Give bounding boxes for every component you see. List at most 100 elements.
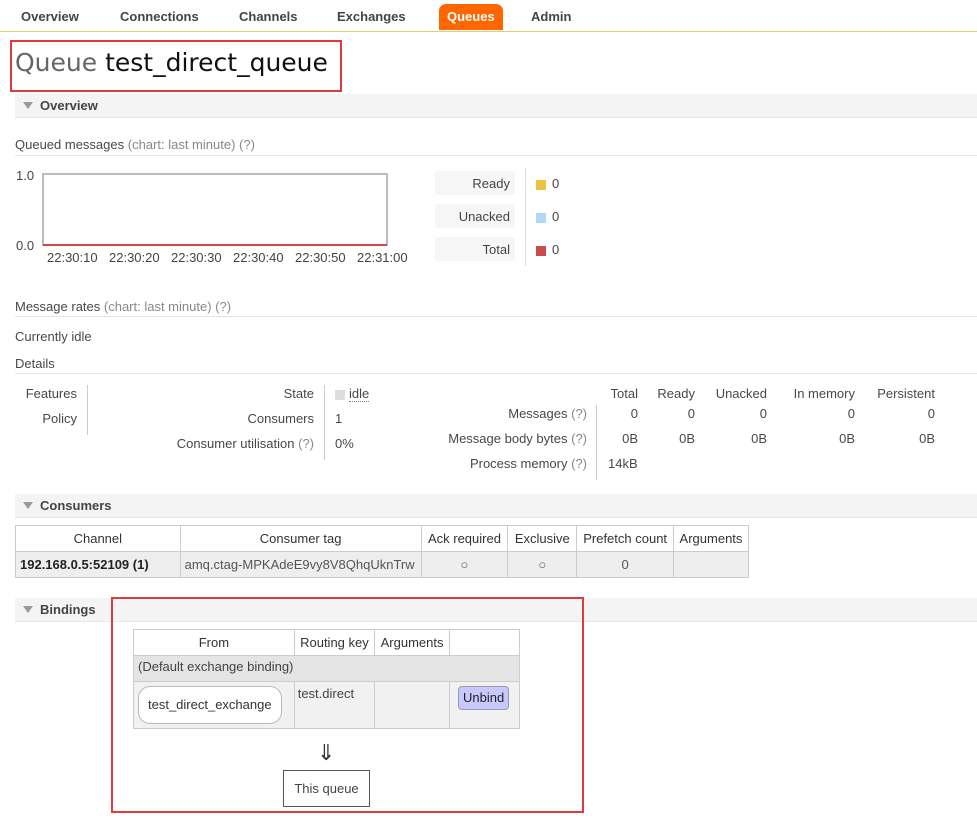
- features-label: Features: [25, 386, 77, 401]
- policy-label: Policy: [42, 411, 77, 426]
- bytes-total: 0B: [622, 431, 638, 446]
- stats-row-body-bytes-label: Message body bytes (?): [400, 431, 587, 446]
- collapse-arrow-icon: [23, 606, 33, 613]
- chart-plot-area: [42, 173, 388, 246]
- nav-admin[interactable]: Admin: [523, 4, 579, 30]
- messages-persistent: 0: [927, 406, 935, 421]
- messages-unacked: 0: [759, 406, 767, 421]
- rates-chart-range-link[interactable]: (chart: last minute): [104, 299, 212, 314]
- total-swatch-icon: [536, 245, 546, 256]
- message-rates-label: Message rates: [15, 299, 101, 314]
- x-tick-label: 22:30:40: [233, 250, 284, 265]
- channel-link[interactable]: 192.168.0.5:52109 (1): [15, 551, 181, 578]
- x-tick-label: 22:30:50: [295, 250, 346, 265]
- consumer-tag-cell: amq.ctag-MPKAdeE9vy8V8QhqUknTrw: [179, 551, 422, 578]
- x-tick-label: 22:31:00: [357, 250, 408, 265]
- legend-ready-value: 0: [552, 176, 560, 191]
- stats-header-ready: Ready: [657, 386, 695, 401]
- x-tick-label: 22:30:20: [109, 250, 160, 265]
- overview-section-header[interactable]: Overview: [15, 94, 977, 118]
- collapse-arrow-icon: [23, 102, 33, 109]
- x-tick-label: 22:30:30: [171, 250, 222, 265]
- column-separator: [324, 385, 325, 460]
- col-ack-required: Ack required: [420, 525, 509, 552]
- this-queue-box: This queue: [283, 770, 370, 807]
- state-label: State: [283, 386, 314, 401]
- nav-connections[interactable]: Connections: [112, 4, 207, 30]
- divider: [15, 155, 977, 156]
- messages-label: Messages: [508, 406, 568, 421]
- exchange-link[interactable]: test_direct_exchange: [138, 686, 282, 724]
- nav-overview[interactable]: Overview: [13, 4, 87, 30]
- col-channel: Channel: [15, 525, 181, 552]
- col-prefetch-count: Prefetch count: [576, 525, 674, 552]
- from-cell: test_direct_exchange: [133, 681, 295, 729]
- legend-total-value: 0: [552, 242, 560, 257]
- currently-idle-text: Currently idle: [15, 329, 92, 344]
- process-memory-total: 14kB: [608, 456, 638, 471]
- prefetch-count-cell: 0: [576, 551, 674, 578]
- consumers-section-header[interactable]: Consumers: [15, 494, 977, 518]
- nav-channels[interactable]: Channels: [231, 4, 306, 30]
- queued-messages-label: Queued messages: [15, 137, 125, 152]
- bytes-in-memory: 0B: [839, 431, 855, 446]
- nav-exchanges[interactable]: Exchanges: [329, 4, 414, 30]
- consumers-heading: Consumers: [40, 498, 112, 513]
- legend-unacked-value: 0: [552, 209, 560, 224]
- bindings-table: From Routing key Arguments (Default exch…: [133, 629, 520, 729]
- queue-name: test_direct_queue: [105, 48, 328, 77]
- stats-row-messages-label: Messages (?): [400, 406, 587, 421]
- stats-header-in-memory: In memory: [793, 386, 855, 401]
- col-arguments: Arguments: [374, 629, 451, 656]
- table-row: 192.168.0.5:52109 (1) amq.ctag-MPKAdeE9v…: [15, 551, 750, 578]
- default-binding-row: (Default exchange binding): [133, 655, 520, 682]
- nav-queues[interactable]: Queues: [439, 4, 503, 30]
- legend-ready-label: Ready: [472, 176, 510, 191]
- legend-separator: [525, 168, 526, 266]
- utilisation-help-link[interactable]: (?): [298, 436, 314, 451]
- y-tick-top: 1.0: [16, 168, 34, 183]
- stats-header-unacked: Unacked: [715, 386, 767, 401]
- overview-heading: Overview: [40, 98, 98, 113]
- legend-unacked-label: Unacked: [458, 209, 510, 224]
- message-rates-heading: Message rates (chart: last minute) (?): [15, 299, 231, 314]
- col-actions: [449, 629, 520, 656]
- legend-ready-value-row: 0: [536, 176, 559, 191]
- consumer-utilisation-label: Consumer utilisation (?): [130, 436, 314, 451]
- exclusive-cell: ○: [507, 551, 578, 578]
- messages-help-link[interactable]: (?): [571, 406, 587, 421]
- col-routing-key: Routing key: [293, 629, 376, 656]
- process-memory-help-link[interactable]: (?): [571, 456, 587, 471]
- bytes-ready: 0B: [679, 431, 695, 446]
- col-arguments: Arguments: [672, 525, 750, 552]
- consumers-value: 1: [335, 411, 343, 426]
- routing-key-cell: test.direct: [293, 681, 376, 729]
- column-separator: [87, 385, 88, 435]
- legend-unacked: Unacked: [435, 204, 515, 228]
- bytes-unacked: 0B: [751, 431, 767, 446]
- stats-header-total: Total: [610, 386, 638, 401]
- arguments-cell: [672, 551, 750, 578]
- actions-cell: Unbind: [449, 681, 520, 729]
- x-tick-label: 22:30:10: [47, 250, 98, 265]
- help-link[interactable]: (?): [239, 137, 255, 152]
- arguments-cell: [374, 681, 451, 729]
- stats-header-persistent: Persistent: [877, 386, 935, 401]
- process-memory-label: Process memory: [469, 456, 568, 471]
- queued-messages-chart: 1.0 0.0 22:30:10 22:30:20 22:30:30 22:30:40…: [16, 168, 408, 265]
- state-idle-text: idle: [349, 386, 370, 402]
- stats-row-process-memory-label: Process memory (?): [400, 456, 587, 471]
- table-row: (Default exchange binding): [133, 655, 520, 682]
- messages-total: 0: [630, 406, 638, 421]
- chart-range-link[interactable]: (chart: last minute): [128, 137, 236, 152]
- col-consumer-tag: Consumer tag: [179, 525, 422, 552]
- collapse-arrow-icon: [23, 502, 33, 509]
- table-row: test_direct_exchange test.direct Unbind: [133, 681, 520, 729]
- consumers-table: Channel Consumer tag Ack required Exclus…: [15, 525, 750, 578]
- chart-x-ticks: 22:30:10 22:30:20 22:30:30 22:30:40 22:30:50…: [47, 250, 408, 265]
- col-exclusive: Exclusive: [507, 525, 578, 552]
- rates-help-link[interactable]: (?): [215, 299, 231, 314]
- state-value: idle: [335, 386, 370, 402]
- unbind-button[interactable]: Unbind: [458, 686, 510, 710]
- body-bytes-help-link[interactable]: (?): [571, 431, 587, 446]
